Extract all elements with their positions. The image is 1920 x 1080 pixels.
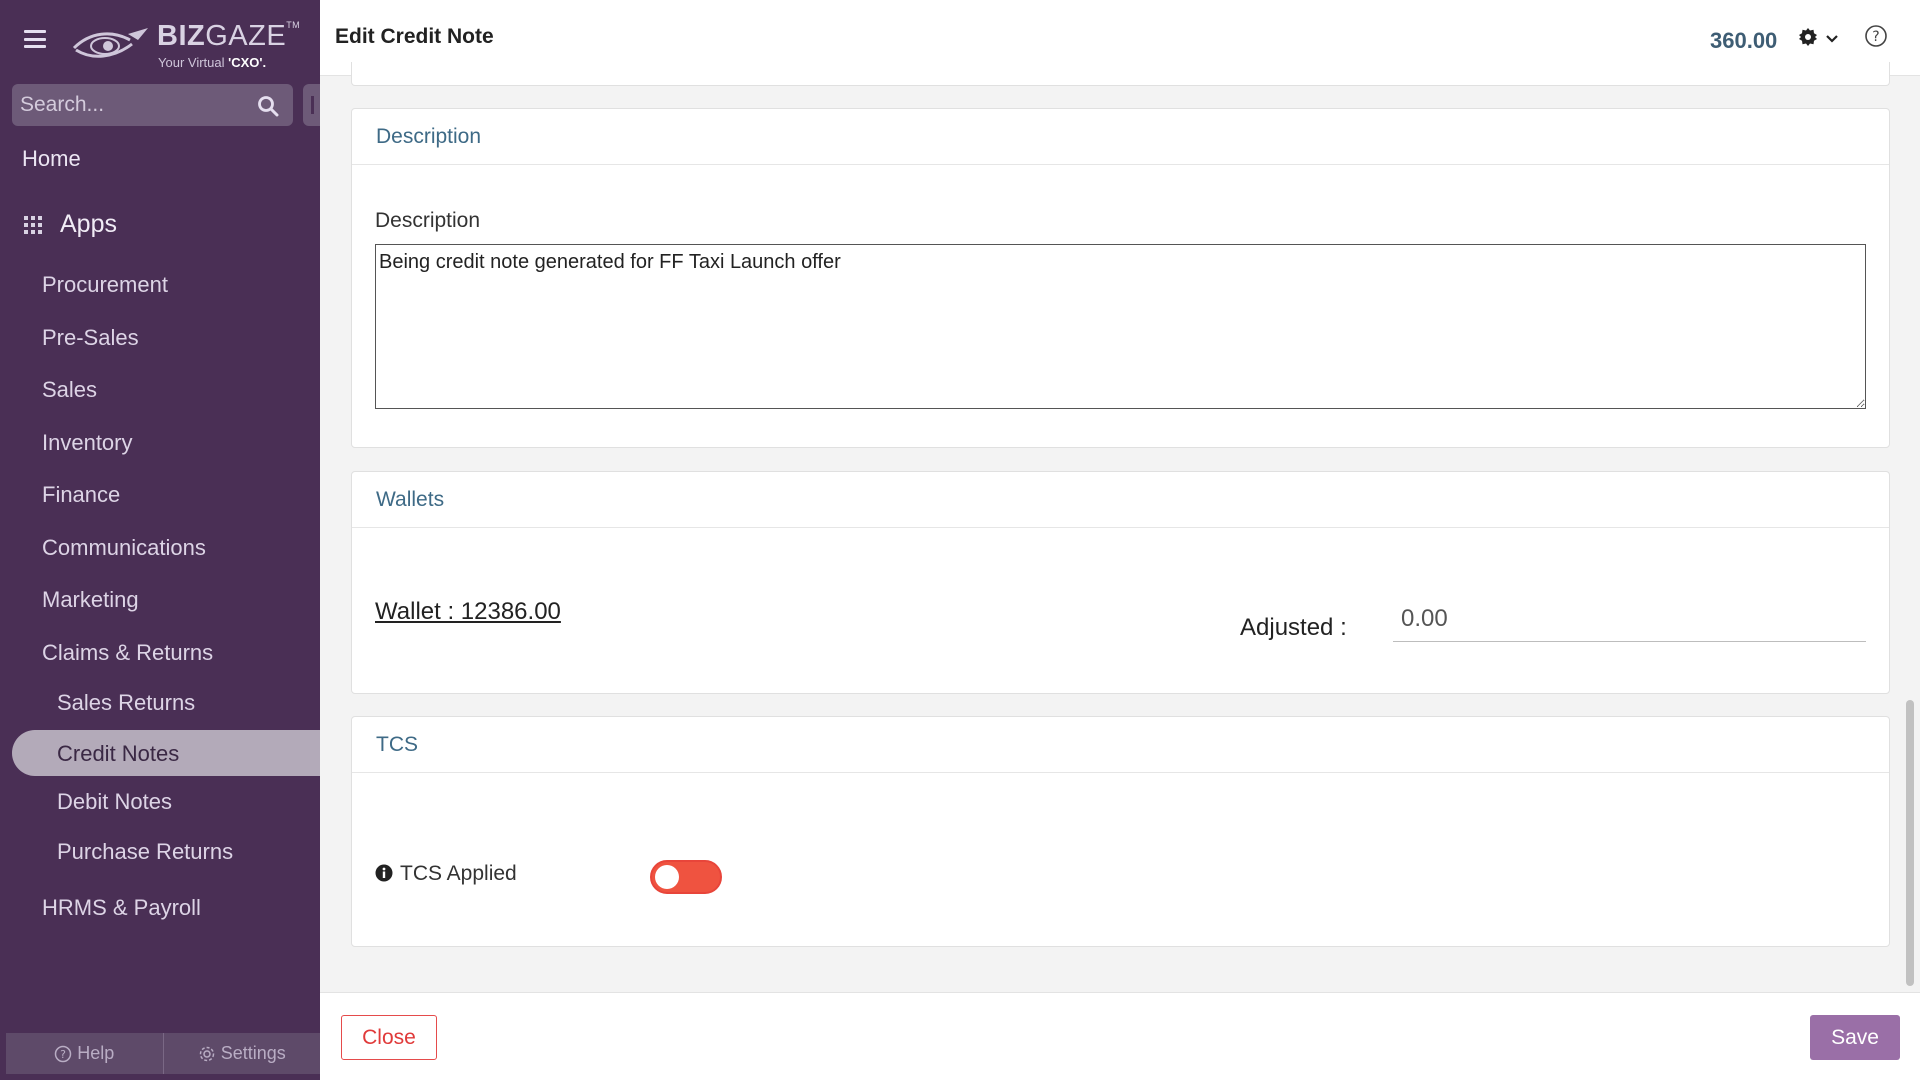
- nav-pre-sales[interactable]: Pre-Sales: [42, 325, 139, 351]
- nav-communications[interactable]: Communications: [42, 535, 206, 561]
- nav-marketing[interactable]: Marketing: [42, 587, 139, 613]
- wallet-balance-link[interactable]: Wallet : 12386.00: [375, 598, 561, 626]
- apps-label: Apps: [60, 210, 117, 238]
- nav-home[interactable]: Home: [22, 146, 81, 172]
- toggle-knob: [655, 865, 679, 889]
- logo-eye-icon: [72, 28, 148, 58]
- nav-purchase-returns[interactable]: Purchase Returns: [57, 839, 233, 865]
- nav-credit-notes[interactable]: Credit Notes: [12, 730, 320, 776]
- header-amount: 360.00: [1710, 28, 1778, 53]
- help-button[interactable]: ? Help: [6, 1033, 164, 1074]
- nav-credit-notes-label: Credit Notes: [57, 741, 180, 766]
- description-heading: Description: [352, 109, 1889, 165]
- svg-text:?: ?: [1872, 29, 1879, 45]
- search-input[interactable]: [20, 84, 260, 126]
- brand-tagline: Your Virtual 'CXO'.: [158, 55, 267, 70]
- description-textarea[interactable]: Being credit note generated for FF Taxi …: [375, 244, 1866, 409]
- search-extra-button[interactable]: [303, 84, 320, 126]
- wallets-heading: Wallets: [352, 472, 1889, 528]
- form-footer: Close Save: [320, 992, 1920, 1080]
- search-icon[interactable]: [257, 95, 279, 117]
- nav-sales-returns[interactable]: Sales Returns: [57, 690, 195, 716]
- menu-icon[interactable]: [24, 30, 46, 48]
- adjusted-label: Adjusted :: [1240, 614, 1347, 641]
- save-button[interactable]: Save: [1810, 1015, 1900, 1060]
- page-title: Edit Credit Note: [335, 25, 494, 48]
- nav-procurement[interactable]: Procurement: [42, 272, 168, 298]
- description-section: Description Description Being credit not…: [351, 108, 1890, 448]
- svg-text:?: ?: [60, 1048, 66, 1061]
- tcs-section: TCS TCS Applied: [351, 716, 1890, 947]
- search-box: [12, 84, 293, 126]
- brand-name: BIZGAZETM: [157, 20, 301, 52]
- tcs-heading: TCS: [352, 717, 1889, 773]
- nav-apps[interactable]: Apps: [24, 210, 117, 239]
- apps-grid-icon: [24, 215, 42, 234]
- close-button[interactable]: Close: [341, 1015, 437, 1060]
- help-icon[interactable]: ?: [1864, 24, 1888, 48]
- gear-icon: [199, 1046, 214, 1061]
- nav-debit-notes[interactable]: Debit Notes: [57, 789, 172, 815]
- info-icon[interactable]: [375, 864, 393, 882]
- sidebar-footer: ? Help Settings: [6, 1033, 320, 1074]
- nav-inventory[interactable]: Inventory: [42, 430, 133, 456]
- description-label: Description: [375, 209, 481, 232]
- chevron-down-icon[interactable]: [1825, 34, 1839, 44]
- sidebar: BIZGAZETM Your Virtual 'CXO'. Home Apps …: [0, 0, 320, 1080]
- logo: BIZGAZETM Your Virtual 'CXO'.: [72, 16, 300, 70]
- nav-finance[interactable]: Finance: [42, 482, 120, 508]
- settings-button[interactable]: Settings: [164, 1033, 321, 1074]
- settings-label: Settings: [220, 1043, 286, 1063]
- nav-hrms-payroll[interactable]: HRMS & Payroll: [42, 895, 201, 921]
- nav-sales[interactable]: Sales: [42, 377, 97, 403]
- tcs-applied-toggle[interactable]: [650, 860, 722, 894]
- wallets-section: Wallets Wallet : 12386.00 Adjusted :: [351, 471, 1890, 694]
- tcs-applied-label: TCS Applied: [400, 862, 517, 885]
- gear-icon[interactable]: [1798, 27, 1818, 47]
- adjusted-input[interactable]: [1393, 596, 1866, 642]
- previous-section-edge: [351, 62, 1890, 86]
- nav-claims-returns[interactable]: Claims & Returns: [42, 640, 213, 666]
- scrollbar[interactable]: [1906, 700, 1914, 986]
- help-circle-icon: ?: [54, 1045, 72, 1062]
- help-label: Help: [77, 1043, 115, 1063]
